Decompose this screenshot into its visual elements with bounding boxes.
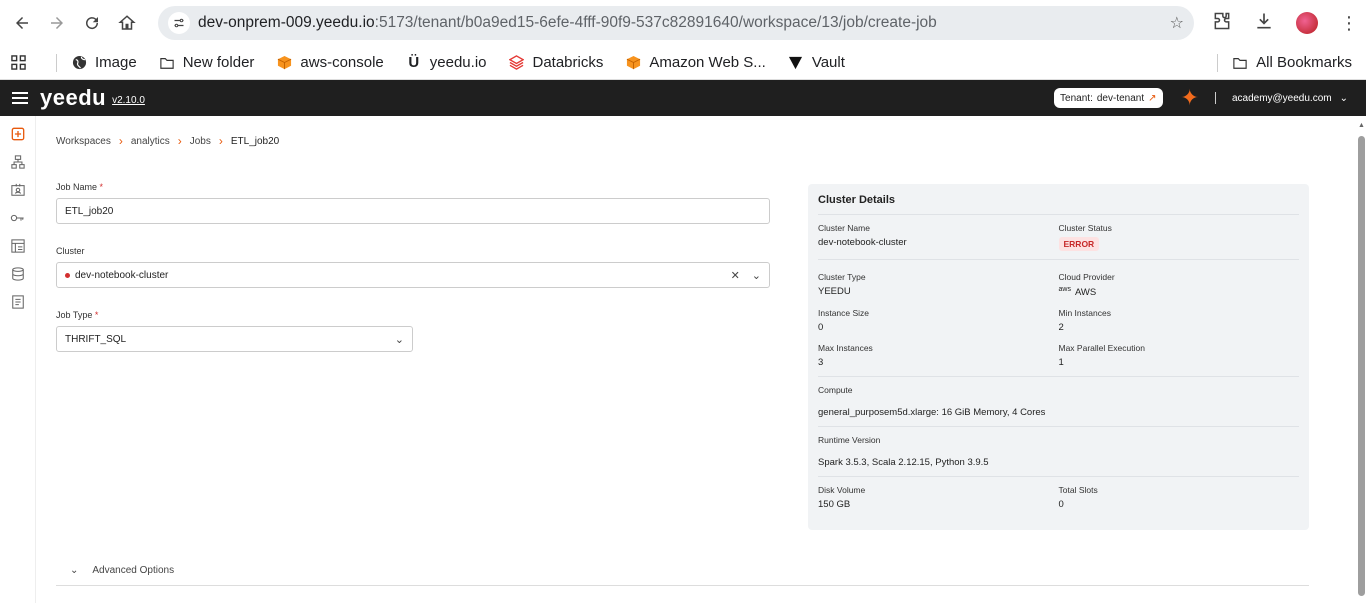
site-settings-icon[interactable] <box>168 12 190 34</box>
job-name-label: Job Name * <box>56 182 104 192</box>
status-badge: ERROR <box>1058 237 1100 251</box>
cluster-select[interactable]: dev-notebook-cluster ✕ ⌄ <box>56 262 770 288</box>
home-icon[interactable] <box>113 9 141 37</box>
clear-icon[interactable]: ✕ <box>731 269 740 282</box>
all-bookmarks[interactable]: All Bookmarks <box>1232 54 1352 71</box>
advanced-options-toggle[interactable]: ⌄ Advanced Options <box>56 556 1309 586</box>
aws-logo-icon: aws <box>1058 286 1071 293</box>
ai-sparkle-icon[interactable]: ✦ <box>1181 87 1199 109</box>
chevron-down-icon[interactable]: ⌄ <box>752 269 761 282</box>
sidebar-key-icon[interactable] <box>10 210 26 226</box>
chevron-down-icon[interactable]: ⌄ <box>395 333 404 346</box>
user-menu[interactable]: academy@yeedu.com ⌄ <box>1232 93 1348 104</box>
globe-icon <box>71 55 87 71</box>
tenant-selector[interactable]: Tenant: dev-tenant ↗ <box>1054 88 1163 108</box>
external-link-icon: ↗ <box>1148 92 1157 104</box>
browser-toolbar: dev-onprem-009.yeedu.io:5173/tenant/b0a9… <box>0 0 1366 46</box>
breadcrumb-jobs[interactable]: Jobs <box>190 136 211 147</box>
compute-value: general_purposem5d.xlarge: 16 GiB Memory… <box>818 407 1046 419</box>
bookmark-separator <box>1217 53 1219 72</box>
breadcrumb-current: ETL_job20 <box>230 135 280 147</box>
create-job-form: Job Name * ETL_job20 Cluster dev-noteboo… <box>56 182 770 364</box>
extensions-icon[interactable] <box>1212 11 1232 36</box>
scroll-up-icon[interactable]: ▲ <box>1358 122 1365 129</box>
sidebar-notes-icon[interactable] <box>10 294 26 310</box>
yeedu-logo: yeedu <box>40 85 107 110</box>
chevron-right-icon: › <box>218 134 223 148</box>
job-type-label: Job Type * <box>56 310 99 320</box>
scrollbar-thumb[interactable] <box>1358 136 1365 596</box>
bookmark-star-icon[interactable]: ☆ <box>1170 13 1184 33</box>
breadcrumb-analytics[interactable]: analytics <box>131 136 170 147</box>
url-text: dev-onprem-009.yeedu.io:5173/tenant/b0a9… <box>198 14 937 31</box>
sidebar-dashboard-icon[interactable] <box>10 238 26 254</box>
app-version[interactable]: v2.10.0 <box>112 95 145 106</box>
breadcrumb: Workspaces › analytics › Jobs › ETL_job2… <box>56 134 279 148</box>
app-header: yeedu v2.10.0 Tenant: dev-tenant ↗ ✦ aca… <box>0 80 1366 116</box>
bookmarks-bar: Image New folder aws-console Üyeedu.io D… <box>0 46 1366 80</box>
chevron-down-icon: ⌄ <box>1339 92 1348 104</box>
cluster-details-title: Cluster Details <box>818 194 1299 215</box>
cluster-label: Cluster <box>56 246 85 256</box>
hamburger-menu-icon[interactable] <box>12 89 28 107</box>
bookmark-vault[interactable]: Vault <box>788 54 845 71</box>
job-type-select[interactable]: THRIFT_SQL ⌄ <box>56 326 413 352</box>
bookmark-aws-console[interactable]: aws-console <box>276 54 384 71</box>
bookmark-databricks[interactable]: Databricks <box>509 54 603 71</box>
cluster-name-value: dev-notebook-cluster <box>818 237 907 248</box>
databricks-icon <box>509 55 525 71</box>
address-bar[interactable]: dev-onprem-009.yeedu.io:5173/tenant/b0a9… <box>158 6 1194 40</box>
back-icon[interactable] <box>8 9 36 37</box>
aws-cube-icon <box>625 55 641 71</box>
sidebar-hierarchy-icon[interactable] <box>10 154 26 170</box>
cluster-details-panel: Cluster Details Cluster Name dev-notebook… <box>808 184 1309 530</box>
chevron-down-icon: ⌄ <box>70 565 79 576</box>
sidebar <box>0 116 36 603</box>
apps-grid-icon[interactable] <box>10 55 34 71</box>
yeedu-icon: Ü <box>408 54 420 71</box>
page-scrollbar[interactable]: ▲ <box>1356 122 1366 603</box>
folder-icon <box>1232 55 1248 71</box>
runtime-value: Spark 3.5.3, Scala 2.12.15, Python 3.9.5 <box>818 457 989 469</box>
chevron-right-icon: › <box>177 134 182 148</box>
bookmark-image[interactable]: Image <box>71 54 137 71</box>
vault-triangle-icon <box>788 55 804 71</box>
status-dot-icon <box>65 272 70 278</box>
profile-avatar[interactable] <box>1296 12 1318 34</box>
header-separator <box>1214 92 1216 104</box>
main-content: Workspaces › analytics › Jobs › ETL_job2… <box>36 116 1366 603</box>
browser-menu-icon[interactable]: ⋮ <box>1340 14 1358 32</box>
job-name-input[interactable]: ETL_job20 <box>56 198 770 224</box>
breadcrumb-workspaces[interactable]: Workspaces <box>56 136 111 147</box>
bookmark-new-folder[interactable]: New folder <box>159 54 254 71</box>
bookmark-amazon-web-services[interactable]: Amazon Web S... <box>625 54 766 71</box>
reload-icon[interactable] <box>78 9 106 37</box>
folder-icon <box>159 55 175 71</box>
aws-cube-icon <box>276 55 292 71</box>
forward-icon[interactable] <box>43 9 71 37</box>
bookmark-separator <box>56 53 57 72</box>
sidebar-create-job-icon[interactable] <box>10 126 26 142</box>
bookmark-yeedu[interactable]: Üyeedu.io <box>406 54 486 71</box>
chevron-right-icon: › <box>118 134 123 148</box>
sidebar-id-card-icon[interactable] <box>10 182 26 198</box>
sidebar-database-icon[interactable] <box>10 266 26 282</box>
download-icon[interactable] <box>1254 11 1274 36</box>
